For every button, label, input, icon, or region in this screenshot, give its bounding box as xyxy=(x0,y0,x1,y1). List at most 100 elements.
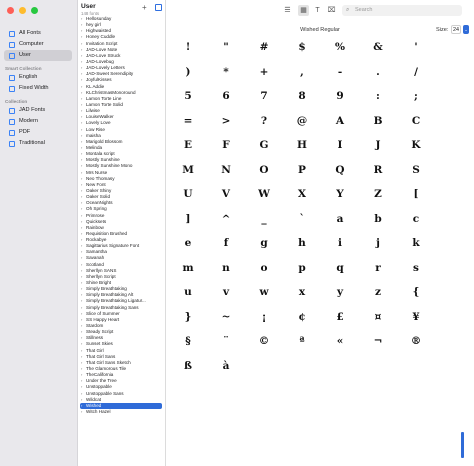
glyph-cell[interactable]: n xyxy=(206,261,246,275)
glyph-cell[interactable]: p xyxy=(282,261,322,275)
glyph-cell[interactable]: A xyxy=(320,114,360,128)
glyph-cell[interactable]: m xyxy=(168,261,208,275)
glyph-cell[interactable]: - xyxy=(320,65,360,79)
glyph-cell[interactable]: M xyxy=(168,163,208,177)
glyph-cell[interactable]: P xyxy=(282,163,322,177)
glyph-cell[interactable]: E xyxy=(168,138,208,152)
search-input[interactable]: ⌕ Search xyxy=(342,5,462,16)
glyph-cell[interactable]: + xyxy=(244,65,284,79)
glyph-cell[interactable]: i xyxy=(320,236,360,250)
glyph-cell[interactable]: à xyxy=(206,359,246,373)
glyph-cell[interactable]: G xyxy=(244,138,284,152)
glyph-cell[interactable]: I xyxy=(320,138,360,152)
zoom-window-button[interactable] xyxy=(31,7,38,14)
size-field[interactable]: 24 xyxy=(451,25,461,34)
minimize-window-button[interactable] xyxy=(19,7,26,14)
glyph-cell[interactable]: h xyxy=(282,236,322,250)
glyph-cell[interactable]: ¨ xyxy=(206,334,246,348)
sidebar-item-modern[interactable]: Modern xyxy=(4,116,72,127)
glyph-cell[interactable]: B xyxy=(358,114,398,128)
glyph-cell[interactable]: R xyxy=(358,163,398,177)
glyph-cell[interactable]: ß xyxy=(168,359,208,373)
glyph-cell[interactable]: j xyxy=(358,236,398,250)
glyph-cell[interactable]: U xyxy=(168,187,208,201)
glyph-cell[interactable]: ¢ xyxy=(282,310,322,324)
glyph-cell[interactable]: C xyxy=(396,114,436,128)
glyph-cell[interactable]: s xyxy=(396,261,436,275)
font-list-item[interactable]: › Wildcat xyxy=(78,397,164,403)
glyph-cell[interactable]: J xyxy=(358,138,398,152)
sidebar-item-user[interactable]: User xyxy=(4,50,72,61)
glyph-cell[interactable]: Z xyxy=(358,187,398,201)
glyph-cell[interactable]: 7 xyxy=(244,89,284,103)
size-stepper[interactable]: ⌄ xyxy=(463,25,469,34)
glyph-cell[interactable]: f xyxy=(206,236,246,250)
glyph-cell[interactable]: S xyxy=(396,163,436,177)
glyph-cell[interactable]: % xyxy=(320,40,360,54)
grid-view-icon[interactable]: ▦ xyxy=(298,5,309,16)
sidebar-item-pdf[interactable]: PDF xyxy=(4,127,72,138)
glyph-cell[interactable]: ) xyxy=(168,65,208,79)
glyph-cell[interactable]: y xyxy=(320,285,360,299)
glyph-cell[interactable]: o xyxy=(244,261,284,275)
glyph-cell[interactable]: q xyxy=(320,261,360,275)
info-icon[interactable]: ☰ xyxy=(282,5,293,16)
glyph-cell[interactable]: V xyxy=(206,187,246,201)
glyph-cell[interactable]: v xyxy=(206,285,246,299)
glyph-cell[interactable]: c xyxy=(396,212,436,226)
glyph-cell[interactable]: ~ xyxy=(206,310,246,324)
glyph-cell[interactable]: : xyxy=(358,89,398,103)
glyph-cell[interactable]: x xyxy=(282,285,322,299)
glyph-cell[interactable]: ] xyxy=(168,212,208,226)
glyph-cell[interactable]: § xyxy=(168,334,208,348)
glyph-cell[interactable]: K xyxy=(396,138,436,152)
glyph-cell[interactable]: ' xyxy=(396,40,436,54)
disclosure-chevron-icon[interactable]: › xyxy=(81,409,82,415)
glyph-cell[interactable]: > xyxy=(206,114,246,128)
glyph-cell[interactable]: { xyxy=(396,285,436,299)
glyph-cell[interactable]: N xyxy=(206,163,246,177)
glyph-cell[interactable]: b xyxy=(358,212,398,226)
sidebar-item-jad-fonts[interactable]: JAD Fonts xyxy=(4,105,72,116)
glyph-cell[interactable]: W xyxy=(244,187,284,201)
glyph-cell[interactable]: © xyxy=(244,334,284,348)
glyph-cell[interactable]: e xyxy=(168,236,208,250)
glyph-cell[interactable]: ® xyxy=(396,334,436,348)
glyph-cell[interactable]: ; xyxy=(396,89,436,103)
glyph-cell[interactable]: . xyxy=(358,65,398,79)
glyph-cell[interactable]: ` xyxy=(282,212,322,226)
glyph-cell[interactable]: & xyxy=(358,40,398,54)
glyph-cell[interactable]: H xyxy=(282,138,322,152)
custom-view-icon[interactable]: ⌧ xyxy=(326,5,337,16)
font-list-item[interactable]: › Witch Hazel xyxy=(78,409,164,415)
sidebar-item-traditional[interactable]: Traditional xyxy=(4,138,72,149)
glyph-cell[interactable]: Q xyxy=(320,163,360,177)
glyph-cell[interactable]: k xyxy=(396,236,436,250)
glyph-cell[interactable]: X xyxy=(282,187,322,201)
glyph-cell[interactable]: 8 xyxy=(282,89,322,103)
sidebar-item-computer[interactable]: Computer xyxy=(4,39,72,50)
glyph-cell[interactable]: 6 xyxy=(206,89,246,103)
add-font-button[interactable]: + xyxy=(142,3,147,12)
edit-collection-button[interactable] xyxy=(155,4,162,11)
glyph-cell[interactable]: @ xyxy=(282,114,322,128)
glyph-cell[interactable]: / xyxy=(396,65,436,79)
glyph-cell[interactable]: } xyxy=(168,310,208,324)
glyph-cell[interactable]: r xyxy=(358,261,398,275)
glyph-cell[interactable]: « xyxy=(320,334,360,348)
sidebar-item-fixed-width[interactable]: Fixed Width xyxy=(4,83,72,94)
sidebar-item-english[interactable]: English xyxy=(4,72,72,83)
glyph-cell[interactable]: z xyxy=(358,285,398,299)
glyph-cell[interactable]: # xyxy=(244,40,284,54)
glyph-cell[interactable]: ¬ xyxy=(358,334,398,348)
glyph-cell[interactable]: 9 xyxy=(320,89,360,103)
glyph-cell[interactable]: w xyxy=(244,285,284,299)
glyph-cell[interactable]: g xyxy=(244,236,284,250)
glyph-cell[interactable]: , xyxy=(282,65,322,79)
glyph-cell[interactable]: ? xyxy=(244,114,284,128)
glyph-cell[interactable]: ! xyxy=(168,40,208,54)
glyph-cell[interactable]: O xyxy=(244,163,284,177)
glyph-cell[interactable]: a xyxy=(320,212,360,226)
glyph-cell[interactable]: " xyxy=(206,40,246,54)
glyph-cell[interactable]: £ xyxy=(320,310,360,324)
